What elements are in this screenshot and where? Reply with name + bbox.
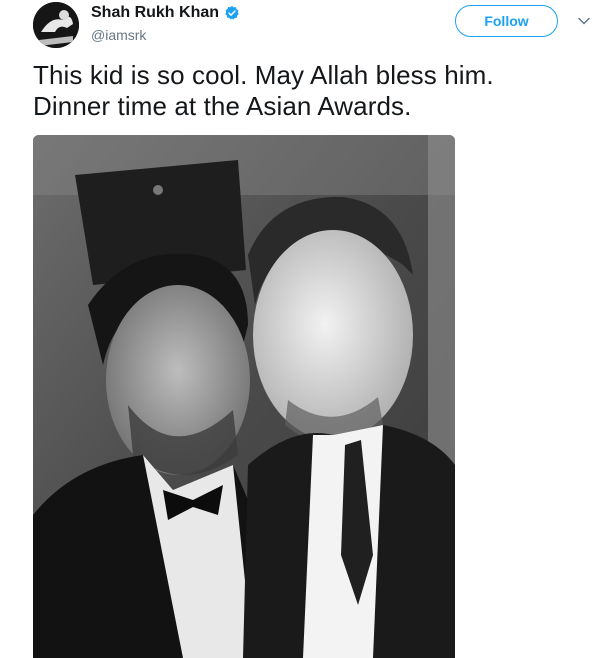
author-handle[interactable]: @iamsrk [91,27,146,43]
tweet-text: This kid is so cool. May Allah bless him… [33,60,573,122]
avatar[interactable] [33,2,79,48]
follow-button[interactable]: Follow [455,5,558,37]
verified-badge-icon [224,5,240,21]
tweet: Shah Rukh Khan @iamsrk Follow This kid i… [0,0,601,658]
chevron-down-icon[interactable] [577,14,591,28]
author-name-row[interactable]: Shah Rukh Khan [91,4,240,22]
tweet-photo[interactable] [33,135,455,658]
tweet-text-line: Dinner time at the Asian Awards. [33,91,412,121]
tweet-text-line: This kid is so cool. May Allah bless him… [33,60,494,90]
author-display-name[interactable]: Shah Rukh Khan [91,4,219,22]
